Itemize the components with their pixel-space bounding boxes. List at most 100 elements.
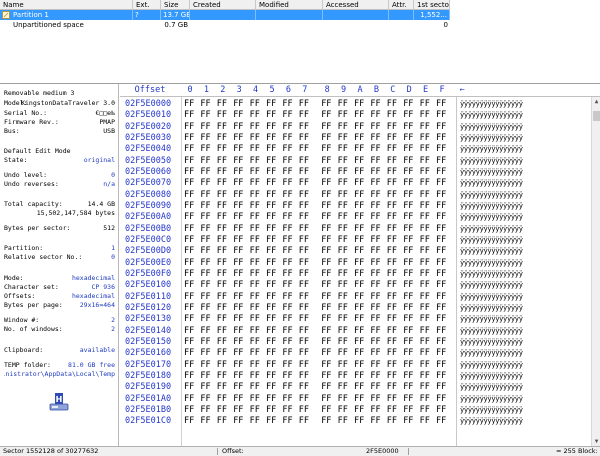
hex-byte[interactable]: FF (184, 280, 198, 291)
hex-byte[interactable]: FF (217, 405, 231, 416)
hex-byte[interactable]: FF (420, 224, 434, 235)
hex-byte[interactable]: FF (233, 246, 247, 257)
hex-byte[interactable]: FF (321, 405, 335, 416)
hex-byte[interactable]: FF (370, 382, 384, 393)
hex-row[interactable]: FF FF FF FF FF FF FF FF FF FF FF FF FF FF FF FF (182, 258, 452, 269)
hex-byte[interactable]: FF (387, 314, 401, 325)
hex-byte[interactable]: FF (217, 122, 231, 133)
hex-byte[interactable]: FF (370, 360, 384, 371)
hex-byte[interactable]: FF (266, 167, 280, 178)
hex-byte[interactable]: FF (370, 235, 384, 246)
hex-byte[interactable]: FF (403, 371, 417, 382)
hex-byte[interactable]: FF (420, 201, 434, 212)
hex-byte[interactable]: FF (370, 167, 384, 178)
hex-byte[interactable]: FF (184, 269, 198, 280)
text-row[interactable]: ÿÿÿÿÿÿÿÿÿÿÿÿÿÿÿÿ (460, 201, 523, 212)
hex-byte[interactable]: FF (354, 337, 368, 348)
hex-byte[interactable]: FF (184, 224, 198, 235)
hex-byte[interactable]: FF (266, 416, 280, 427)
hex-byte[interactable]: FF (370, 212, 384, 223)
text-row[interactable]: ÿÿÿÿÿÿÿÿÿÿÿÿÿÿÿÿ (460, 235, 523, 246)
text-row[interactable]: ÿÿÿÿÿÿÿÿÿÿÿÿÿÿÿÿ (460, 314, 523, 325)
hex-byte[interactable]: FF (354, 258, 368, 269)
hex-byte[interactable]: FF (321, 280, 335, 291)
hex-byte[interactable]: FF (282, 190, 296, 201)
hex-byte[interactable]: FF (338, 269, 352, 280)
hex-byte[interactable]: FF (217, 382, 231, 393)
hex-byte[interactable]: FF (282, 201, 296, 212)
hex-byte[interactable]: FF (266, 360, 280, 371)
hex-row[interactable]: FF FF FF FF FF FF FF FF FF FF FF FF FF FF FF FF (182, 416, 452, 427)
hex-byte[interactable]: FF (184, 156, 198, 167)
hex-byte[interactable]: FF (282, 246, 296, 257)
hex-byte[interactable]: FF (436, 122, 450, 133)
hex-byte[interactable]: FF (217, 303, 231, 314)
hex-byte[interactable]: FF (338, 156, 352, 167)
hex-byte[interactable]: FF (338, 394, 352, 405)
hex-byte[interactable]: FF (321, 371, 335, 382)
hex-byte[interactable]: FF (321, 224, 335, 235)
hex-byte[interactable]: FF (403, 258, 417, 269)
hex-byte[interactable]: FF (233, 156, 247, 167)
scroll-down-icon[interactable]: ▼ (592, 437, 600, 446)
hex-byte[interactable]: FF (200, 246, 214, 257)
hex-byte[interactable]: FF (233, 269, 247, 280)
hex-byte[interactable]: FF (200, 99, 214, 110)
hex-byte[interactable]: FF (250, 292, 264, 303)
hex-byte[interactable]: FF (184, 416, 198, 427)
hex-byte[interactable]: FF (420, 416, 434, 427)
hex-row[interactable]: FF FF FF FF FF FF FF FF FF FF FF FF FF FF FF FF (182, 382, 452, 393)
hex-byte[interactable]: FF (420, 133, 434, 144)
hex-byte[interactable]: FF (233, 122, 247, 133)
hex-byte[interactable]: FF (184, 326, 198, 337)
hex-byte[interactable]: FF (250, 405, 264, 416)
hex-byte[interactable]: FF (266, 178, 280, 189)
hex-byte[interactable]: FF (420, 178, 434, 189)
hex-byte[interactable]: FF (420, 258, 434, 269)
hex-byte[interactable]: FF (233, 133, 247, 144)
hex-byte[interactable]: FF (299, 337, 313, 348)
hex-byte[interactable]: FF (403, 224, 417, 235)
hex-row[interactable]: FF FF FF FF FF FF FF FF FF FF FF FF FF FF FF FF (182, 235, 452, 246)
hex-row[interactable]: FF FF FF FF FF FF FF FF FF FF FF FF FF FF FF FF (182, 314, 452, 325)
hex-byte[interactable]: FF (436, 258, 450, 269)
hex-byte[interactable]: FF (338, 110, 352, 121)
hex-byte[interactable]: FF (403, 122, 417, 133)
hex-row[interactable]: FF FF FF FF FF FF FF FF FF FF FF FF FF FF FF FF (182, 99, 452, 110)
hex-byte[interactable]: FF (282, 405, 296, 416)
hex-byte[interactable]: FF (266, 326, 280, 337)
hex-byte[interactable]: FF (321, 360, 335, 371)
hex-byte[interactable]: FF (436, 167, 450, 178)
hex-byte[interactable]: FF (354, 224, 368, 235)
hex-byte[interactable]: FF (370, 348, 384, 359)
hex-byte[interactable]: FF (184, 303, 198, 314)
hex-byte[interactable]: FF (370, 190, 384, 201)
hex-byte[interactable]: FF (217, 156, 231, 167)
hex-byte[interactable]: FF (233, 280, 247, 291)
hex-byte[interactable]: FF (233, 348, 247, 359)
text-row[interactable]: ÿÿÿÿÿÿÿÿÿÿÿÿÿÿÿÿ (460, 394, 523, 405)
hex-byte[interactable]: FF (217, 133, 231, 144)
hex-byte[interactable]: FF (338, 201, 352, 212)
hex-byte[interactable]: FF (354, 348, 368, 359)
hex-byte[interactable]: FF (184, 394, 198, 405)
hex-byte[interactable]: FF (387, 133, 401, 144)
hex-byte[interactable]: FF (370, 201, 384, 212)
hex-byte[interactable]: FF (370, 416, 384, 427)
hex-byte[interactable]: FF (299, 314, 313, 325)
hex-byte[interactable]: FF (338, 326, 352, 337)
table-row[interactable]: Unpartitioned space 0.7 GB 0 (0, 20, 450, 30)
hex-byte[interactable]: FF (387, 246, 401, 257)
hex-byte[interactable]: FF (370, 292, 384, 303)
hex-byte[interactable]: FF (436, 326, 450, 337)
hex-byte[interactable]: FF (370, 303, 384, 314)
hex-byte[interactable]: FF (184, 235, 198, 246)
text-row[interactable]: ÿÿÿÿÿÿÿÿÿÿÿÿÿÿÿÿ (460, 382, 523, 393)
hex-byte[interactable]: FF (217, 258, 231, 269)
hex-byte[interactable]: FF (200, 156, 214, 167)
hex-byte[interactable]: FF (250, 190, 264, 201)
hex-byte[interactable]: FF (299, 371, 313, 382)
hex-byte[interactable]: FF (403, 382, 417, 393)
hex-byte[interactable]: FF (387, 269, 401, 280)
hex-byte[interactable]: FF (321, 246, 335, 257)
